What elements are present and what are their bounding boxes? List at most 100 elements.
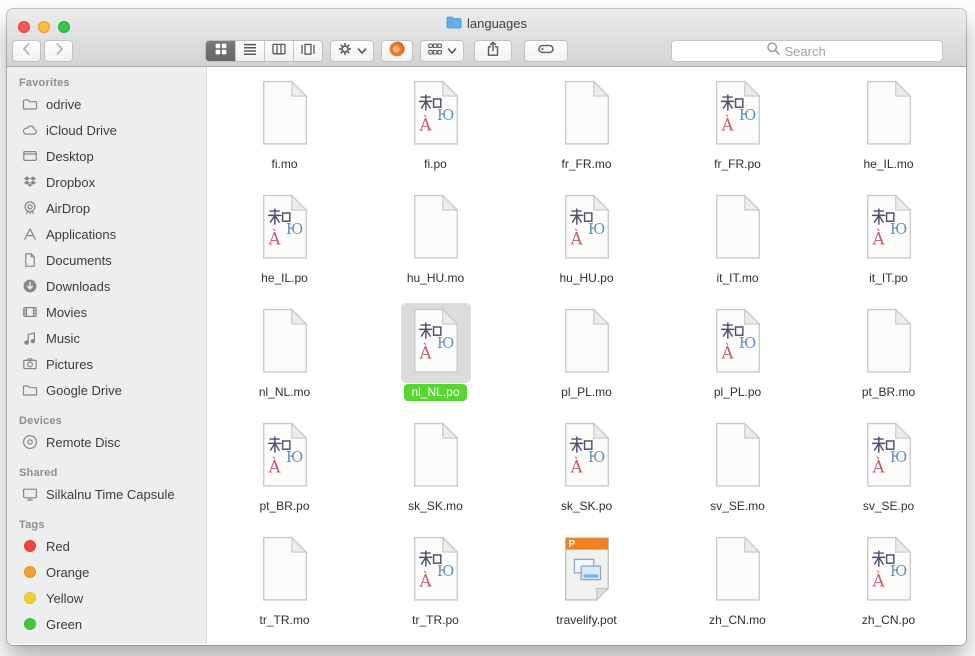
svg-text:Ю: Ю (587, 449, 604, 465)
folder-icon (21, 382, 38, 398)
sidebar-item-green[interactable]: Green (7, 611, 206, 637)
tag-icon (537, 41, 555, 62)
document-translation-icon: Ю À (860, 535, 918, 603)
file-item-nl-nl-po[interactable]: Ю À nl_NL.po (360, 301, 511, 415)
view-mode-segmented-control (205, 40, 323, 62)
sidebar: Favorites odrive iCloud Drive Desktop Dr… (7, 67, 207, 644)
forward-button[interactable] (44, 40, 73, 62)
sidebar-section-header: Favorites (19, 77, 206, 89)
sidebar-item-airdrop[interactable]: AirDrop (7, 195, 206, 221)
sidebar-item-red[interactable]: Red (7, 533, 206, 559)
file-item-tr-tr-mo[interactable]: tr_TR.mo (209, 529, 360, 643)
document-pot-icon: P (558, 535, 616, 603)
document-blank-icon (709, 193, 767, 261)
file-item-it-it-mo[interactable]: it_IT.mo (662, 187, 813, 301)
sidebar-item-yellow[interactable]: Yellow (7, 585, 206, 611)
file-item-zh-cn-po[interactable]: Ю À zh_CN.po (813, 529, 964, 643)
sidebar-item-google-drive[interactable]: Google Drive (7, 377, 206, 403)
file-item-travelify-pot[interactable]: P travelify.pot (511, 529, 662, 643)
file-name-label: hu_HU.po (552, 270, 620, 287)
document-translation-icon: Ю À (256, 193, 314, 261)
file-name-label: fi.po (417, 156, 454, 173)
document-blank-icon (256, 307, 314, 375)
file-name-label: fr_FR.mo (554, 156, 618, 173)
search-field[interactable] (671, 40, 943, 62)
document-translation-icon: Ю À (558, 421, 616, 489)
svg-text:Ю: Ю (436, 107, 453, 123)
window-chrome: languages (7, 9, 966, 67)
file-item-hu-hu-mo[interactable]: hu_HU.mo (360, 187, 511, 301)
file-item-it-it-po[interactable]: Ю À it_IT.po (813, 187, 964, 301)
back-button[interactable] (12, 40, 41, 62)
file-item-tr-tr-po[interactable]: Ю À tr_TR.po (360, 529, 511, 643)
file-item-pl-pl-po[interactable]: Ю À pl_PL.po (662, 301, 813, 415)
file-name-label: tr_TR.po (405, 612, 466, 629)
share-button[interactable] (474, 40, 512, 62)
svg-text:Ю: Ю (587, 221, 604, 237)
sidebar-item-downloads[interactable]: Downloads (7, 273, 206, 299)
file-item-pt-br-po[interactable]: Ю À pt_BR.po (209, 415, 360, 529)
file-name-label: sv_SE.mo (703, 498, 772, 515)
file-item-zh-cn-mo[interactable]: zh_CN.mo (662, 529, 813, 643)
svg-text:Ю: Ю (285, 449, 302, 465)
sidebar-item-remote-disc[interactable]: Remote Disc (7, 429, 206, 455)
file-item-fr-fr-po[interactable]: Ю À fr_FR.po (662, 73, 813, 187)
applications-icon (21, 226, 38, 242)
file-item-fi-mo[interactable]: fi.mo (209, 73, 360, 187)
search-input[interactable] (785, 44, 849, 59)
sidebar-item-applications[interactable]: Applications (7, 221, 206, 247)
movies-icon (21, 304, 38, 320)
action-menu-button[interactable] (330, 40, 374, 62)
sidebar-item-orange[interactable]: Orange (7, 559, 206, 585)
file-name-label: hu_HU.mo (400, 270, 471, 287)
pictures-icon (21, 356, 38, 372)
odrive-button[interactable] (381, 40, 413, 62)
svg-text:À: À (871, 228, 885, 248)
sidebar-item-documents[interactable]: Documents (7, 247, 206, 273)
file-name-label: pt_BR.mo (855, 384, 922, 401)
arrange-menu-button[interactable] (420, 40, 464, 62)
svg-text:Ю: Ю (889, 221, 906, 237)
column-view-button[interactable] (264, 41, 293, 61)
file-name-label: pt_BR.po (252, 498, 316, 515)
sidebar-item-label: odrive (46, 97, 81, 112)
file-item-sk-sk-po[interactable]: Ю À sk_SK.po (511, 415, 662, 529)
file-item-he-il-po[interactable]: Ю À he_IL.po (209, 187, 360, 301)
folder-icon (21, 96, 38, 112)
file-name-label: tr_TR.mo (252, 612, 316, 629)
file-item-fr-fr-mo[interactable]: fr_FR.mo (511, 73, 662, 187)
file-item-fi-po[interactable]: Ю À fi.po (360, 73, 511, 187)
sidebar-item-dropbox[interactable]: Dropbox (7, 169, 206, 195)
document-translation-icon: Ю À (709, 79, 767, 147)
sidebar-section-header: Tags (19, 519, 206, 531)
file-name-label: he_IL.mo (856, 156, 920, 173)
file-name-label: zh_CN.po (855, 612, 922, 629)
coverflow-view-button[interactable] (293, 41, 322, 61)
file-item-pl-pl-mo[interactable]: pl_PL.mo (511, 301, 662, 415)
file-item-sv-se-mo[interactable]: sv_SE.mo (662, 415, 813, 529)
sidebar-sections: Favorites odrive iCloud Drive Desktop Dr… (7, 77, 206, 637)
file-name-label: he_IL.po (254, 270, 315, 287)
tag-button[interactable] (524, 40, 568, 62)
file-item-sk-sk-mo[interactable]: sk_SK.mo (360, 415, 511, 529)
file-item-he-il-mo[interactable]: he_IL.mo (813, 73, 964, 187)
file-item-pt-br-mo[interactable]: pt_BR.mo (813, 301, 964, 415)
sidebar-item-desktop[interactable]: Desktop (7, 143, 206, 169)
sidebar-item-silkalnu-time-capsule[interactable]: Silkalnu Time Capsule (7, 481, 206, 507)
sidebar-item-movies[interactable]: Movies (7, 299, 206, 325)
svg-text:À: À (871, 456, 885, 476)
file-item-sv-se-po[interactable]: Ю À sv_SE.po (813, 415, 964, 529)
list-view-button[interactable] (235, 41, 264, 61)
svg-text:Ю: Ю (436, 563, 453, 579)
sidebar-item-icloud-drive[interactable]: iCloud Drive (7, 117, 206, 143)
document-translation-icon: Ю À (709, 307, 767, 375)
sidebar-item-label: iCloud Drive (46, 123, 117, 138)
file-item-hu-hu-po[interactable]: Ю À hu_HU.po (511, 187, 662, 301)
toolbar (7, 38, 966, 64)
sidebar-item-pictures[interactable]: Pictures (7, 351, 206, 377)
file-item-nl-nl-mo[interactable]: nl_NL.mo (209, 301, 360, 415)
chevron-right-icon (51, 41, 67, 62)
icon-view-button[interactable] (206, 41, 235, 61)
sidebar-item-odrive[interactable]: odrive (7, 91, 206, 117)
sidebar-item-music[interactable]: Music (7, 325, 206, 351)
